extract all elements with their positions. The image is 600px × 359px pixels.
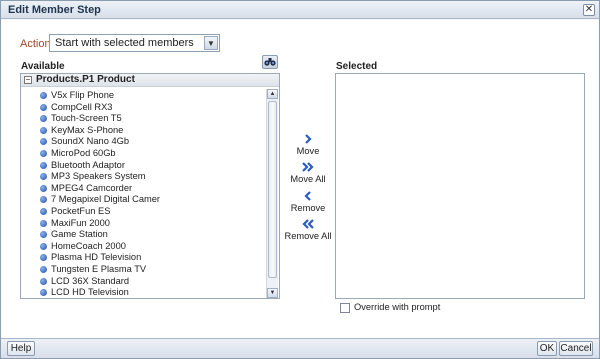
tree-root-header: − Products.P1 Product [21,74,279,87]
available-list: V5x Flip Phone CompCell RX3 Touch-Screen T… [21,90,265,298]
remove-all-label: Remove All [284,231,332,241]
list-item[interactable]: Touch-Screen T5 [21,113,265,125]
member-bullet-icon [40,115,47,123]
list-item-label: Plasma HD Television [51,252,142,263]
list-item[interactable]: LCD HD Television [21,287,265,298]
list-item-label: MaxiFun 2000 [51,217,110,228]
member-bullet-icon [40,126,47,134]
member-bullet-icon [40,289,47,297]
chevron-down-icon[interactable]: ▼ [204,36,218,50]
member-bullet-icon [40,265,47,273]
cancel-button[interactable]: Cancel [559,341,593,356]
list-item-label: Game Station [51,229,108,240]
chevron-right-icon [305,134,312,144]
collapse-icon[interactable]: − [24,76,32,84]
selected-members-panel[interactable] [335,73,585,299]
list-item[interactable]: 7 Megapixel Digital Camer [21,194,265,206]
move-label: Move [296,146,320,156]
dialog-title: Edit Member Step [8,4,101,16]
list-item-label: MicroPod 60Gb [51,147,116,158]
list-item-label: V5x Flip Phone [51,90,115,100]
list-item[interactable]: CompCell RX3 [21,102,265,114]
list-item[interactable]: Bluetooth Adaptor [21,160,265,172]
close-icon[interactable]: ✕ [583,4,595,16]
list-item[interactable]: KeyMax S-Phone [21,125,265,137]
list-item[interactable]: LCD 36X Standard [21,276,265,288]
scroll-up-icon[interactable]: ▲ [267,89,278,99]
selected-label: Selected [336,61,378,72]
list-item[interactable]: V5x Flip Phone [21,90,265,102]
double-chevron-right-icon [302,162,314,172]
list-item-label: SoundX Nano 4Gb [51,136,130,147]
list-item[interactable]: SoundX Nano 4Gb [21,136,265,148]
member-bullet-icon [40,173,47,181]
action-label: Action [20,38,51,50]
member-bullet-icon [40,231,47,239]
list-item-label: Bluetooth Adaptor [51,159,125,170]
list-item-label: LCD 36X Standard [51,275,130,286]
list-item-label: Touch-Screen T5 [51,113,122,124]
member-bullet-icon [40,254,47,262]
binoculars-icon[interactable] [262,55,278,69]
dialog-content: Action Start with selected members ▼ Ava… [1,20,599,338]
list-item-label: Tungsten E Plasma TV [51,263,147,274]
list-item[interactable]: MPEG4 Camcorder [21,183,265,195]
move-all-button[interactable]: Move All [278,161,338,184]
override-checkbox[interactable] [340,303,350,313]
member-bullet-icon [40,277,47,285]
member-bullet-icon [40,219,47,227]
available-scrollbar[interactable]: ▲ ▼ [266,89,278,298]
list-item-label: HomeCoach 2000 [51,240,126,251]
edit-member-step-dialog: Edit Member Step ✕ Action Start with sel… [0,0,600,359]
remove-button[interactable]: Remove [278,190,338,213]
member-bullet-icon [40,196,47,204]
list-item-label: MPEG4 Camcorder [51,182,133,193]
dialog-footer: Help OK Cancel [1,338,599,358]
help-button[interactable]: Help [7,341,35,356]
move-all-label: Move All [290,174,326,184]
member-bullet-icon [40,184,47,192]
list-item-label: KeyMax S-Phone [51,124,124,135]
list-item-label: CompCell RX3 [51,101,113,112]
list-item[interactable]: Tungsten E Plasma TV [21,264,265,276]
action-select[interactable]: Start with selected members ▼ [49,34,220,52]
member-bullet-icon [40,103,47,111]
member-bullet-icon [40,242,47,250]
member-bullet-icon [40,138,47,146]
ok-button[interactable]: OK [537,341,557,356]
chevron-left-icon [304,191,311,201]
list-item-label: PocketFun ES [51,205,111,216]
list-item[interactable]: HomeCoach 2000 [21,241,265,253]
available-members-panel: − Products.P1 Product V5x Flip Phone Comp… [20,73,280,299]
list-item[interactable]: MicroPod 60Gb [21,148,265,160]
remove-label: Remove [290,203,326,213]
action-select-value: Start with selected members [55,37,194,49]
double-chevron-left-icon [302,219,314,229]
available-label: Available [21,61,65,72]
override-label: Override with prompt [354,302,441,312]
list-item-label: LCD HD Television [51,287,129,298]
tree-root-label: Products.P1 Product [36,74,135,85]
scrollbar-thumb[interactable] [268,101,277,278]
member-bullet-icon [40,207,47,215]
list-item[interactable]: Game Station [21,229,265,241]
member-bullet-icon [40,149,47,157]
list-item-label: MP3 Speakers System [51,171,146,182]
list-item-label: 7 Megapixel Digital Camer [51,194,161,205]
remove-all-button[interactable]: Remove All [278,218,338,241]
list-item[interactable]: Plasma HD Television [21,252,265,264]
scroll-down-icon[interactable]: ▼ [267,288,278,298]
member-bullet-icon [40,161,47,169]
list-item[interactable]: PocketFun ES [21,206,265,218]
dialog-titlebar: Edit Member Step ✕ [1,1,599,19]
move-button[interactable]: Move [278,133,338,156]
list-item[interactable]: MaxiFun 2000 [21,218,265,230]
list-item[interactable]: MP3 Speakers System [21,171,265,183]
member-bullet-icon [40,92,47,99]
